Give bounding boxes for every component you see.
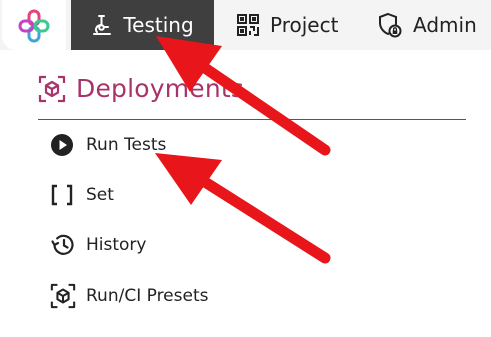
app-logo[interactable] xyxy=(2,0,66,50)
nav-tab-project[interactable]: Project xyxy=(236,0,338,50)
menu-item-label: History xyxy=(86,235,147,255)
page-title: Deployments xyxy=(38,74,244,103)
nav-tab-label: Admin xyxy=(413,13,477,37)
menu-item-run-ci-presets[interactable]: Run/CI Presets xyxy=(50,282,208,310)
menu-item-label: Run Tests xyxy=(86,135,167,155)
divider xyxy=(38,119,466,120)
top-navigation-bar: Testing Project Admin xyxy=(0,0,491,50)
cube-bracket-icon xyxy=(38,75,66,103)
play-circle-icon xyxy=(50,133,78,157)
menu-item-label: Run/CI Presets xyxy=(86,286,209,306)
microscope-icon xyxy=(91,13,113,37)
qr-grid-icon xyxy=(236,13,260,37)
cube-bracket-icon xyxy=(50,283,78,309)
menu-item-history[interactable]: History xyxy=(50,231,146,259)
nav-tab-admin[interactable]: Admin xyxy=(377,0,477,50)
menu-item-set[interactable]: Set xyxy=(50,181,114,209)
nav-tab-testing[interactable]: Testing xyxy=(71,0,214,50)
shield-lock-icon xyxy=(377,12,403,38)
annotation-arrow-run-tests xyxy=(155,153,331,264)
nav-tab-label: Project xyxy=(270,13,339,37)
menu-item-run-tests[interactable]: Run Tests xyxy=(50,131,166,159)
nav-tab-label: Testing xyxy=(123,13,194,37)
history-icon xyxy=(50,232,78,258)
app-logo-icon xyxy=(18,9,50,43)
menu-item-label: Set xyxy=(86,185,114,205)
page-title-text: Deployments xyxy=(76,74,245,103)
brackets-icon xyxy=(50,183,78,207)
